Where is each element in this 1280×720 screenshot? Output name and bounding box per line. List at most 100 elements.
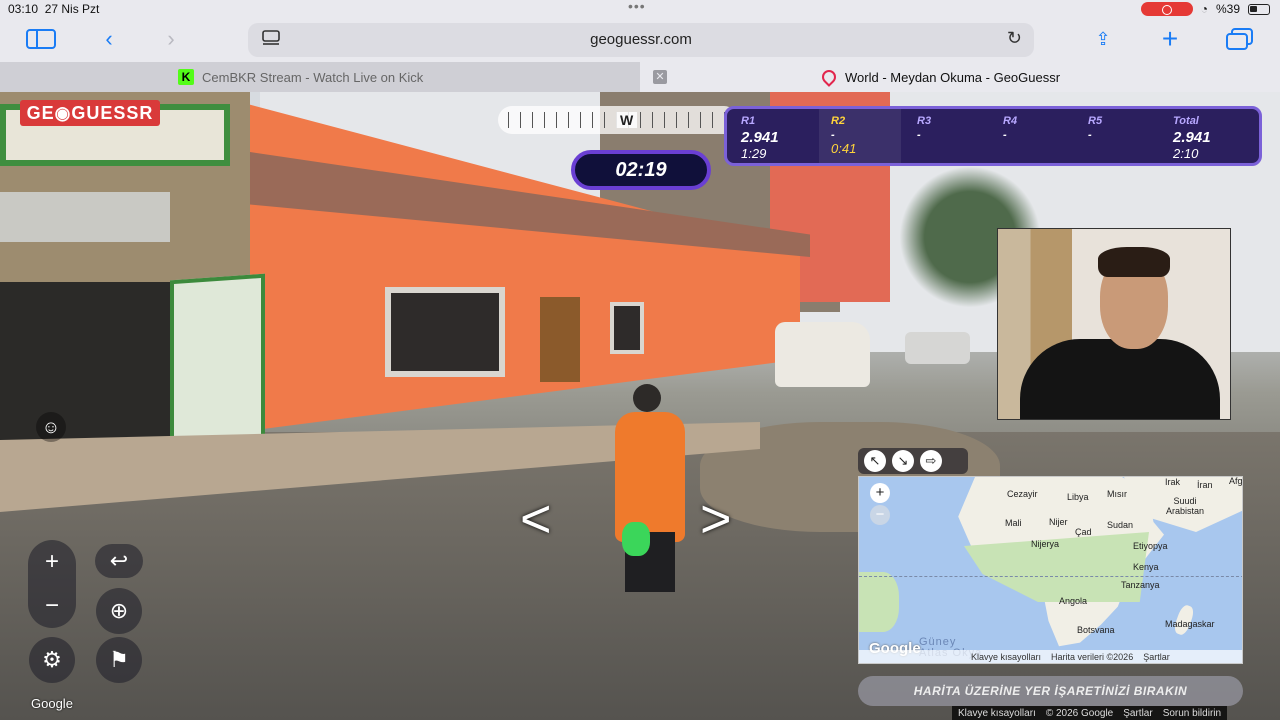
map-shrink-icon[interactable]: ↖: [864, 450, 886, 472]
round-label: R4: [1003, 115, 1018, 127]
green-sign: [170, 273, 265, 451]
compass: W: [498, 106, 738, 134]
tab-title: CemBKR Stream - Watch Live on Kick: [202, 69, 424, 85]
webcam-overlay: [997, 228, 1231, 420]
terms-link[interactable]: Şartlar: [1123, 708, 1152, 719]
map-label: Çad: [1075, 527, 1092, 537]
map-footer: Klavye kısayolları Harita verileri ©2026…: [859, 650, 1242, 663]
checkpoint-button[interactable]: ⊕: [96, 588, 142, 634]
equator-line: [859, 576, 1242, 577]
guess-map[interactable]: Cezayir Libya Mısır Irak İran Afg Suudi …: [858, 476, 1243, 664]
window: [610, 302, 644, 354]
streetview-footer: Klavye kısayolları © 2026 Google Şartlar…: [952, 706, 1228, 720]
round-r3: R3 -: [917, 115, 997, 141]
tab-geoguessr[interactable]: World - Meydan Okuma - GeoGuessr: [640, 62, 1280, 92]
move-left-arrow-icon[interactable]: <: [520, 488, 552, 550]
map-label: Kenya: [1133, 562, 1159, 572]
map-label: Angola: [1059, 596, 1088, 606]
new-tab-icon[interactable]: +: [1153, 23, 1187, 54]
pedestrian: [615, 384, 685, 592]
map-label: Mali: [1005, 518, 1022, 528]
pedestrian-head: [633, 384, 661, 412]
screen-record-icon: [1140, 2, 1193, 16]
map-label: Etiyopya: [1133, 541, 1168, 551]
geoguessr-logo[interactable]: GE◉GUESSR: [20, 100, 160, 126]
map-label: Nijer: [1049, 517, 1068, 527]
battery-percent: %39: [1215, 2, 1240, 16]
round-score: -: [1003, 129, 1007, 141]
round-score: -: [831, 129, 835, 141]
undo-move-button[interactable]: ↩: [95, 544, 143, 578]
map-label: Suudi Arabistan: [1165, 496, 1205, 516]
map-data-credit: Harita verileri ©2026: [1051, 651, 1134, 662]
status-time: 03:10 27 Nis Pzt: [8, 2, 100, 16]
shortcuts-link[interactable]: Klavye kısayolları: [958, 708, 1036, 719]
awning: [0, 192, 170, 242]
forward-icon[interactable]: ›: [154, 26, 188, 52]
webcam-person-body: [1020, 339, 1220, 419]
copyright-text: © 2026 Google: [1045, 707, 1114, 719]
window: [385, 287, 505, 377]
map-label: Botsvana: [1077, 625, 1115, 635]
emote-icon[interactable]: ☺: [36, 412, 66, 442]
van: [775, 322, 870, 387]
round-score: 2.941: [741, 129, 779, 146]
place-pin-button[interactable]: HARİTA ÜZERİNE YER İŞARETİNİZİ BIRAKIN: [858, 676, 1243, 706]
sidebar-icon[interactable]: [24, 26, 58, 52]
move-right-arrow-icon[interactable]: >: [700, 488, 732, 550]
map-label: Mısır: [1107, 489, 1127, 499]
kick-icon: K: [178, 69, 194, 85]
round-r2: R2 - 0:41: [819, 109, 901, 163]
zoom-control: + −: [28, 540, 76, 628]
green-bag: [622, 522, 650, 556]
map-label: İran: [1197, 480, 1213, 490]
round-label: R2: [831, 115, 846, 127]
map-label: Cezayir: [1007, 489, 1038, 499]
round-total: Total 2.941 2:10: [1173, 115, 1253, 161]
status-bar: 03:10 27 Nis Pzt ••• ◔ %39: [0, 0, 1280, 18]
door: [540, 297, 580, 382]
close-tab-icon[interactable]: ✕: [653, 70, 667, 84]
return-to-start-flag-icon[interactable]: ⚑: [96, 637, 142, 683]
zoom-out-button[interactable]: −: [28, 586, 76, 626]
map-size-controls: ↖ ↘ ⇨: [858, 448, 968, 474]
url-text: geoguessr.com: [590, 31, 692, 48]
round-r5: R5 -: [1088, 115, 1168, 141]
back-icon[interactable]: ‹: [92, 26, 126, 52]
round-label: R5: [1088, 115, 1103, 127]
google-watermark: Google: [31, 696, 73, 711]
map-label: Madagaskar: [1165, 619, 1215, 629]
round-score: 2.941: [1173, 129, 1211, 146]
multitask-dots[interactable]: •••: [628, 0, 646, 14]
map-terms-link[interactable]: Şartlar: [1143, 652, 1170, 662]
car: [905, 332, 970, 364]
map-label: Sudan: [1107, 520, 1134, 530]
map-label: Tanzanya: [1121, 580, 1160, 590]
report-problem-link[interactable]: Sorun bildirin: [1163, 708, 1221, 719]
street-view[interactable]: < > GE◉GUESSR W 02:19 R1 2.941 1:29 R2 -…: [0, 92, 1280, 720]
round-time: 1:29: [741, 146, 767, 161]
settings-gear-icon[interactable]: ⚙: [29, 637, 75, 683]
map-zoom-in-button[interactable]: +: [870, 483, 890, 503]
address-bar[interactable]: geoguessr.com ↻: [248, 23, 1034, 57]
share-icon[interactable]: ⇪: [1086, 26, 1120, 52]
wifi-icon: ◔: [1200, 2, 1208, 16]
geoguessr-pin-icon: [819, 67, 839, 87]
map-label: Nijerya: [1031, 539, 1060, 549]
map-shortcuts-link[interactable]: Klavye kısayolları: [971, 652, 1041, 662]
tab-bar: K CemBKR Stream - Watch Live on Kick Wor…: [0, 62, 1280, 92]
round-score: -: [917, 129, 921, 141]
round-timer: 02:19: [571, 150, 711, 190]
round-r1: R1 2.941 1:29: [741, 115, 821, 161]
south-america: [859, 572, 899, 632]
map-pin-toggle-icon[interactable]: ⇨: [920, 450, 942, 472]
zoom-in-button[interactable]: +: [28, 542, 76, 582]
map-zoom-out-button[interactable]: −: [870, 505, 890, 525]
round-label: Total: [1173, 115, 1199, 127]
tab-kick[interactable]: K CemBKR Stream - Watch Live on Kick: [0, 62, 640, 92]
round-label: R1: [741, 115, 756, 127]
tab-title: World - Meydan Okuma - GeoGuessr: [845, 69, 1061, 85]
reload-icon[interactable]: ↻: [1007, 28, 1022, 49]
tabs-overview-icon[interactable]: [1223, 26, 1257, 52]
map-expand-icon[interactable]: ↘: [892, 450, 914, 472]
